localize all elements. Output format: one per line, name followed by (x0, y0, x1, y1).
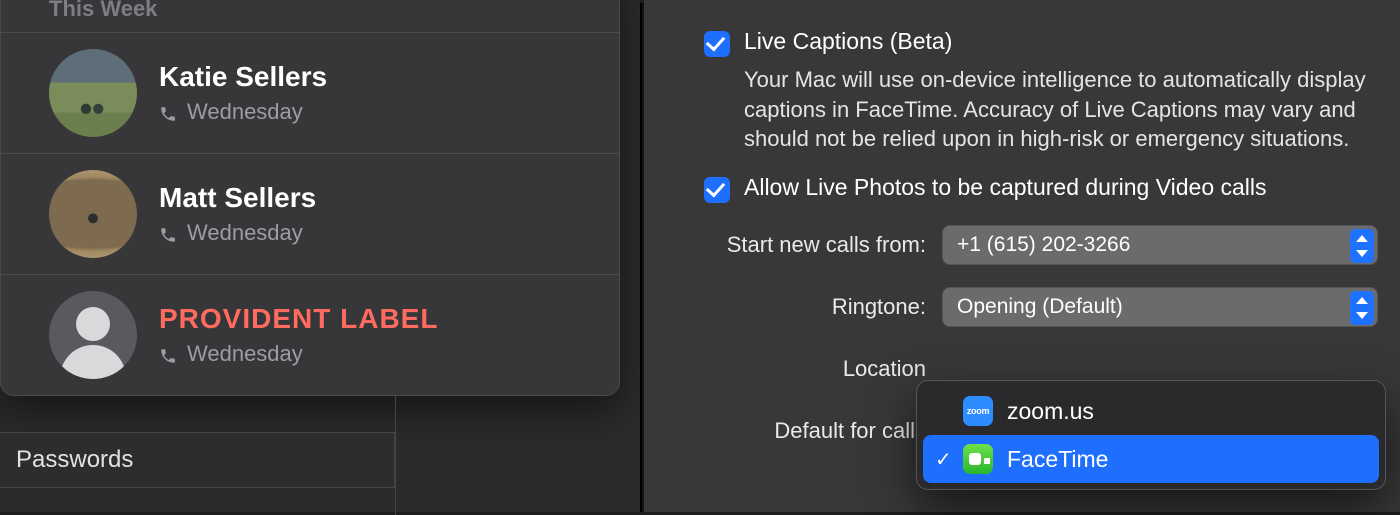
contact-name: Katie Sellers (159, 61, 327, 93)
start-from-value: +1 (615) 202-3266 (957, 233, 1130, 257)
start-from-row: Start new calls from: +1 (615) 202-3266 (704, 225, 1384, 265)
recent-call-row[interactable]: Matt Sellers Wednesday (1, 153, 619, 274)
passwords-label: Passwords (16, 446, 133, 474)
default-for-calls-menu[interactable]: zoom.us FaceTime (916, 380, 1386, 490)
divider (395, 395, 396, 515)
avatar (49, 49, 137, 137)
live-captions-description: Your Mac will use on-device intelligence… (744, 65, 1384, 154)
recents-sidebar: This Week Katie Sellers Wednesday Matt S… (0, 0, 640, 512)
ringtone-label: Ringtone: (704, 294, 926, 320)
phone-icon (159, 224, 177, 242)
live-photos-label: Allow Live Photos to be captured during … (744, 174, 1267, 201)
phone-icon (159, 103, 177, 121)
phone-icon (159, 345, 177, 363)
section-header-this-week: This Week (1, 0, 619, 32)
recents-panel: This Week Katie Sellers Wednesday Matt S… (0, 0, 620, 396)
default-for-calls-label: Default for calls (704, 418, 926, 444)
live-photos-row[interactable]: Allow Live Photos to be captured during … (704, 174, 1384, 203)
menu-item-zoom[interactable]: zoom.us (923, 387, 1379, 435)
select-stepper-icon (1350, 291, 1374, 325)
live-captions-label: Live Captions (Beta) (744, 28, 952, 55)
contact-day: Wednesday (187, 99, 303, 125)
contact-name: Matt Sellers (159, 182, 316, 214)
ringtone-value: Opening (Default) (957, 295, 1123, 319)
person-icon (49, 291, 137, 379)
contact-subline: Wednesday (159, 220, 316, 246)
avatar-placeholder (49, 291, 137, 379)
menu-item-label: zoom.us (1007, 398, 1094, 425)
ringtone-select[interactable]: Opening (Default) (942, 287, 1378, 327)
contact-day: Wednesday (187, 220, 303, 246)
recent-call-info: Katie Sellers Wednesday (159, 61, 327, 125)
checkbox-checked-icon[interactable] (704, 31, 730, 57)
select-stepper-icon (1350, 229, 1374, 263)
facetime-app-icon (963, 444, 993, 474)
live-captions-row[interactable]: Live Captions (Beta) (704, 28, 1384, 57)
zoom-app-icon (963, 396, 993, 426)
checkbox-checked-icon[interactable] (704, 177, 730, 203)
contact-subline: Wednesday (159, 99, 327, 125)
menu-item-label: FaceTime (1007, 446, 1108, 473)
contact-subline: Wednesday (159, 341, 438, 367)
menu-item-facetime[interactable]: FaceTime (923, 435, 1379, 483)
location-label: Location (704, 356, 926, 382)
recent-call-info: PROVIDENT LABEL Wednesday (159, 303, 438, 367)
recent-call-row[interactable]: PROVIDENT LABEL Wednesday (1, 274, 619, 395)
start-from-select[interactable]: +1 (615) 202-3266 (942, 225, 1378, 265)
recent-call-row[interactable]: Katie Sellers Wednesday (1, 32, 619, 153)
ringtone-row: Ringtone: Opening (Default) (704, 287, 1384, 327)
passwords-sidebar-item[interactable]: Passwords (0, 432, 395, 488)
avatar (49, 170, 137, 258)
recent-call-info: Matt Sellers Wednesday (159, 182, 316, 246)
contact-day: Wednesday (187, 341, 303, 367)
contact-name-missed: PROVIDENT LABEL (159, 303, 438, 335)
start-from-label: Start new calls from: (704, 232, 926, 258)
